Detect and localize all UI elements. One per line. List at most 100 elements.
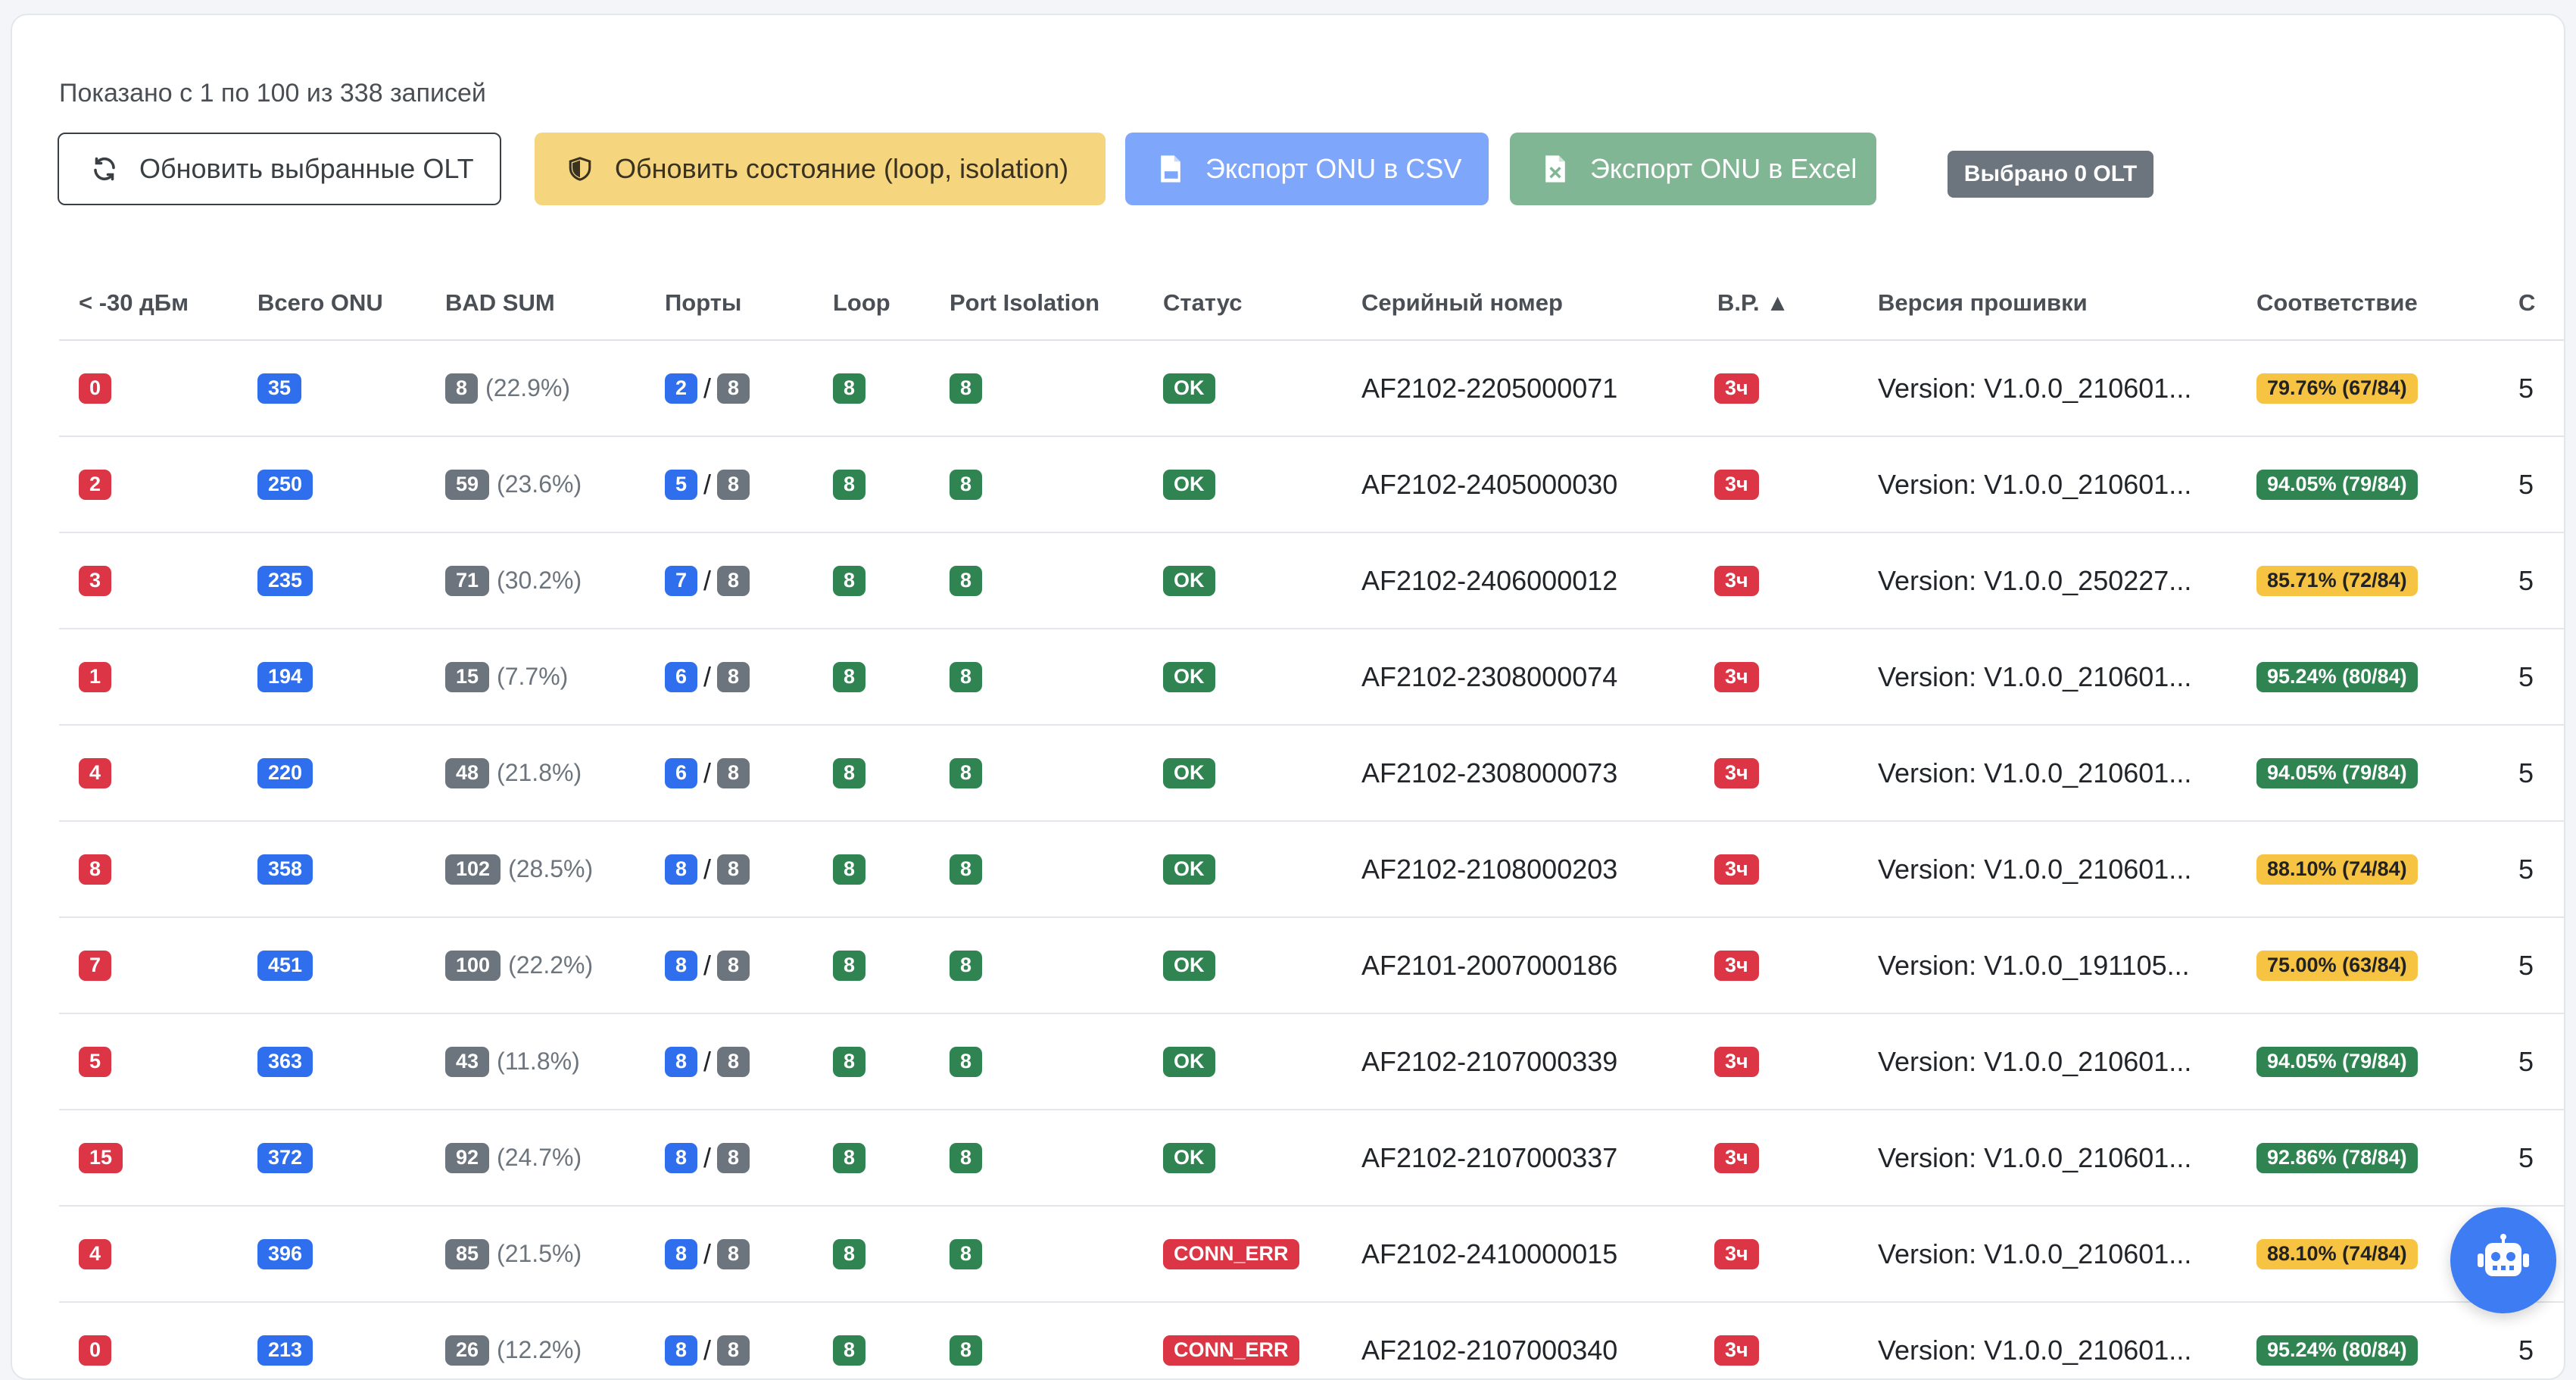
bad-sum-cell: 59 (23.6%) (445, 437, 582, 532)
compliance-badge: 95.24% (80/84) (2256, 1335, 2418, 1366)
vr-badge: 3ч (1714, 757, 1759, 788)
table-row[interactable]: 1 194 15 (7.7%) 6/8 8 8 OK AF2102-2308000074 3ч Ve… (59, 629, 2564, 726)
last-cell: 5 (2518, 468, 2534, 500)
table-row[interactable]: 0 35 8 (22.9%) 2/8 8 8 OK AF2102-2205000071 3ч Ver… (59, 341, 2564, 437)
export-csv-button[interactable]: Экспорт ONU в CSV (1125, 133, 1489, 205)
port-isolation-badge: 8 (950, 1238, 983, 1269)
export-excel-button[interactable]: Экспорт ONU в Excel (1510, 133, 1876, 205)
total-onu-cell: 372 (257, 1110, 313, 1205)
serial-cell: AF2102-2308000073 (1361, 757, 1618, 788)
col-last[interactable]: С (2518, 289, 2535, 317)
firmware-cell: Version: V1.0.0_210601... (1878, 1141, 2192, 1173)
col-firmware[interactable]: Версия прошивки (1878, 289, 2088, 317)
compliance-cell: 79.76% (67/84) (2256, 341, 2418, 436)
loop-badge: 8 (833, 757, 866, 788)
table-row[interactable]: 2 250 59 (23.6%) 5/8 8 8 OK AF2102-2405000030 3ч V… (59, 437, 2564, 533)
total-onu-badge: 213 (257, 1335, 313, 1366)
table-row[interactable]: 7 451 100 (22.2%) 8/8 8 8 OK AF2101-2007000186 3ч… (59, 918, 2564, 1014)
ports-separator: / (703, 1045, 712, 1077)
compliance-cell: 85.71% (72/84) (2256, 533, 2418, 628)
bad-sum-cell: 92 (24.7%) (445, 1110, 582, 1205)
ports-separator: / (703, 1334, 712, 1366)
status-badge: CONN_ERR (1163, 1335, 1299, 1366)
firmware-cell: Version: V1.0.0_210601... (1878, 468, 2192, 500)
col-port-isolation[interactable]: Port Isolation (950, 289, 1099, 317)
total-onu-cell: 213 (257, 1303, 313, 1378)
vr-badge: 3ч (1714, 950, 1759, 981)
table-body: 0 35 8 (22.9%) 2/8 8 8 OK AF2102-2205000071 3ч Ver… (59, 341, 2564, 1378)
bad-sum-percent: (7.7%) (497, 663, 569, 690)
ports-total-badge: 8 (717, 373, 750, 404)
serial-cell: AF2102-2410000015 (1361, 1238, 1618, 1269)
low-signal-cell: 0 (79, 1303, 112, 1378)
loop-badge: 8 (833, 661, 866, 692)
ports-separator: / (703, 757, 712, 788)
col-ports[interactable]: Порты (665, 289, 741, 317)
vr-cell: 3ч (1714, 918, 1759, 1013)
total-onu-badge: 235 (257, 565, 313, 596)
update-state-button[interactable]: Обновить состояние (loop, isolation) (535, 133, 1106, 205)
last-cell: 5 (2518, 949, 2534, 981)
ports-cell: 8/8 (665, 1014, 750, 1109)
refresh-selected-olt-label: Обновить выбранные OLT (139, 153, 474, 184)
table-row[interactable]: 3 235 71 (30.2%) 7/8 8 8 OK AF2102-2406000012 3ч V… (59, 533, 2564, 629)
loop-badge: 8 (833, 1335, 866, 1366)
table-row[interactable]: 15 372 92 (24.7%) 8/8 8 8 OK AF2102-2107000337 3ч… (59, 1110, 2564, 1207)
compliance-badge: 95.24% (80/84) (2256, 661, 2418, 692)
status-cell: OK (1163, 918, 1215, 1013)
total-onu-cell: 235 (257, 533, 313, 628)
loop-cell: 8 (833, 1303, 866, 1378)
col-low-signal[interactable]: < -30 дБм (79, 289, 189, 317)
col-vr-sorted[interactable]: В.Р. ▲ (1717, 289, 1789, 317)
col-total-onu[interactable]: Всего ONU (257, 289, 383, 317)
bad-sum-percent: (22.9%) (485, 374, 571, 401)
ports-separator: / (703, 1141, 712, 1173)
firmware-cell: Version: V1.0.0_210601... (1878, 757, 2192, 788)
bad-sum-percent: (24.7%) (497, 1144, 582, 1171)
low-signal-cell: 2 (79, 437, 112, 532)
low-signal-badge: 3 (79, 565, 112, 596)
table-row[interactable]: 0 213 26 (12.2%) 8/8 8 8 CONN_ERR AF2102-2107000… (59, 1303, 2564, 1378)
col-bad-sum[interactable]: BAD SUM (445, 289, 555, 317)
serial-cell: AF2102-2107000340 (1361, 1334, 1618, 1366)
total-onu-badge: 194 (257, 661, 313, 692)
table-row[interactable]: 8 358 102 (28.5%) 8/8 8 8 OK AF2102-2108000203 3ч… (59, 822, 2564, 918)
low-signal-badge: 0 (79, 373, 112, 404)
status-badge: OK (1163, 469, 1215, 500)
export-csv-label: Экспорт ONU в CSV (1205, 153, 1462, 184)
ports-up-badge: 8 (665, 1238, 698, 1269)
table-row[interactable]: 4 396 85 (21.5%) 8/8 8 8 CONN_ERR AF2102-2410000… (59, 1207, 2564, 1303)
table-row[interactable]: 5 363 43 (11.8%) 8/8 8 8 OK AF2102-2107000339 3ч V… (59, 1014, 2564, 1110)
table-header: < -30 дБм Всего ONU BAD SUM Порты Loop P… (59, 277, 2564, 341)
port-isolation-badge: 8 (950, 1335, 983, 1366)
firmware-cell: Version: V1.0.0_210601... (1878, 1334, 2192, 1366)
vr-badge: 3ч (1714, 1142, 1759, 1173)
port-isolation-cell: 8 (950, 918, 983, 1013)
firmware-cell: Version: V1.0.0_210601... (1878, 853, 2192, 885)
col-serial[interactable]: Серийный номер (1361, 289, 1563, 317)
loop-badge: 8 (833, 1046, 866, 1077)
vr-badge: 3ч (1714, 854, 1759, 885)
bad-sum-badge: 8 (445, 373, 479, 404)
col-loop[interactable]: Loop (833, 289, 890, 317)
loop-cell: 8 (833, 1207, 866, 1301)
last-cell: 5 (2518, 757, 2534, 788)
assistant-fab-button[interactable] (2450, 1207, 2556, 1313)
col-compliance[interactable]: Соответствие (2256, 289, 2418, 317)
bad-sum-cell: 43 (11.8%) (445, 1014, 580, 1109)
status-badge: OK (1163, 1142, 1215, 1173)
ports-up-badge: 8 (665, 1046, 698, 1077)
col-status[interactable]: Статус (1163, 289, 1242, 317)
loop-badge: 8 (833, 1142, 866, 1173)
compliance-cell: 94.05% (79/84) (2256, 1014, 2418, 1109)
vr-cell: 3ч (1714, 341, 1759, 436)
bad-sum-cell: 85 (21.5%) (445, 1207, 582, 1301)
bad-sum-badge: 59 (445, 469, 490, 500)
refresh-selected-olt-button[interactable]: Обновить выбранные OLT (58, 133, 501, 205)
ports-separator: / (703, 949, 712, 981)
vr-cell: 3ч (1714, 629, 1759, 724)
low-signal-badge: 8 (79, 854, 112, 885)
status-badge: CONN_ERR (1163, 1238, 1299, 1269)
firmware-cell: Version: V1.0.0_250227... (1878, 564, 2192, 596)
table-row[interactable]: 4 220 48 (21.8%) 6/8 8 8 OK AF2102-2308000073 3ч V… (59, 726, 2564, 822)
